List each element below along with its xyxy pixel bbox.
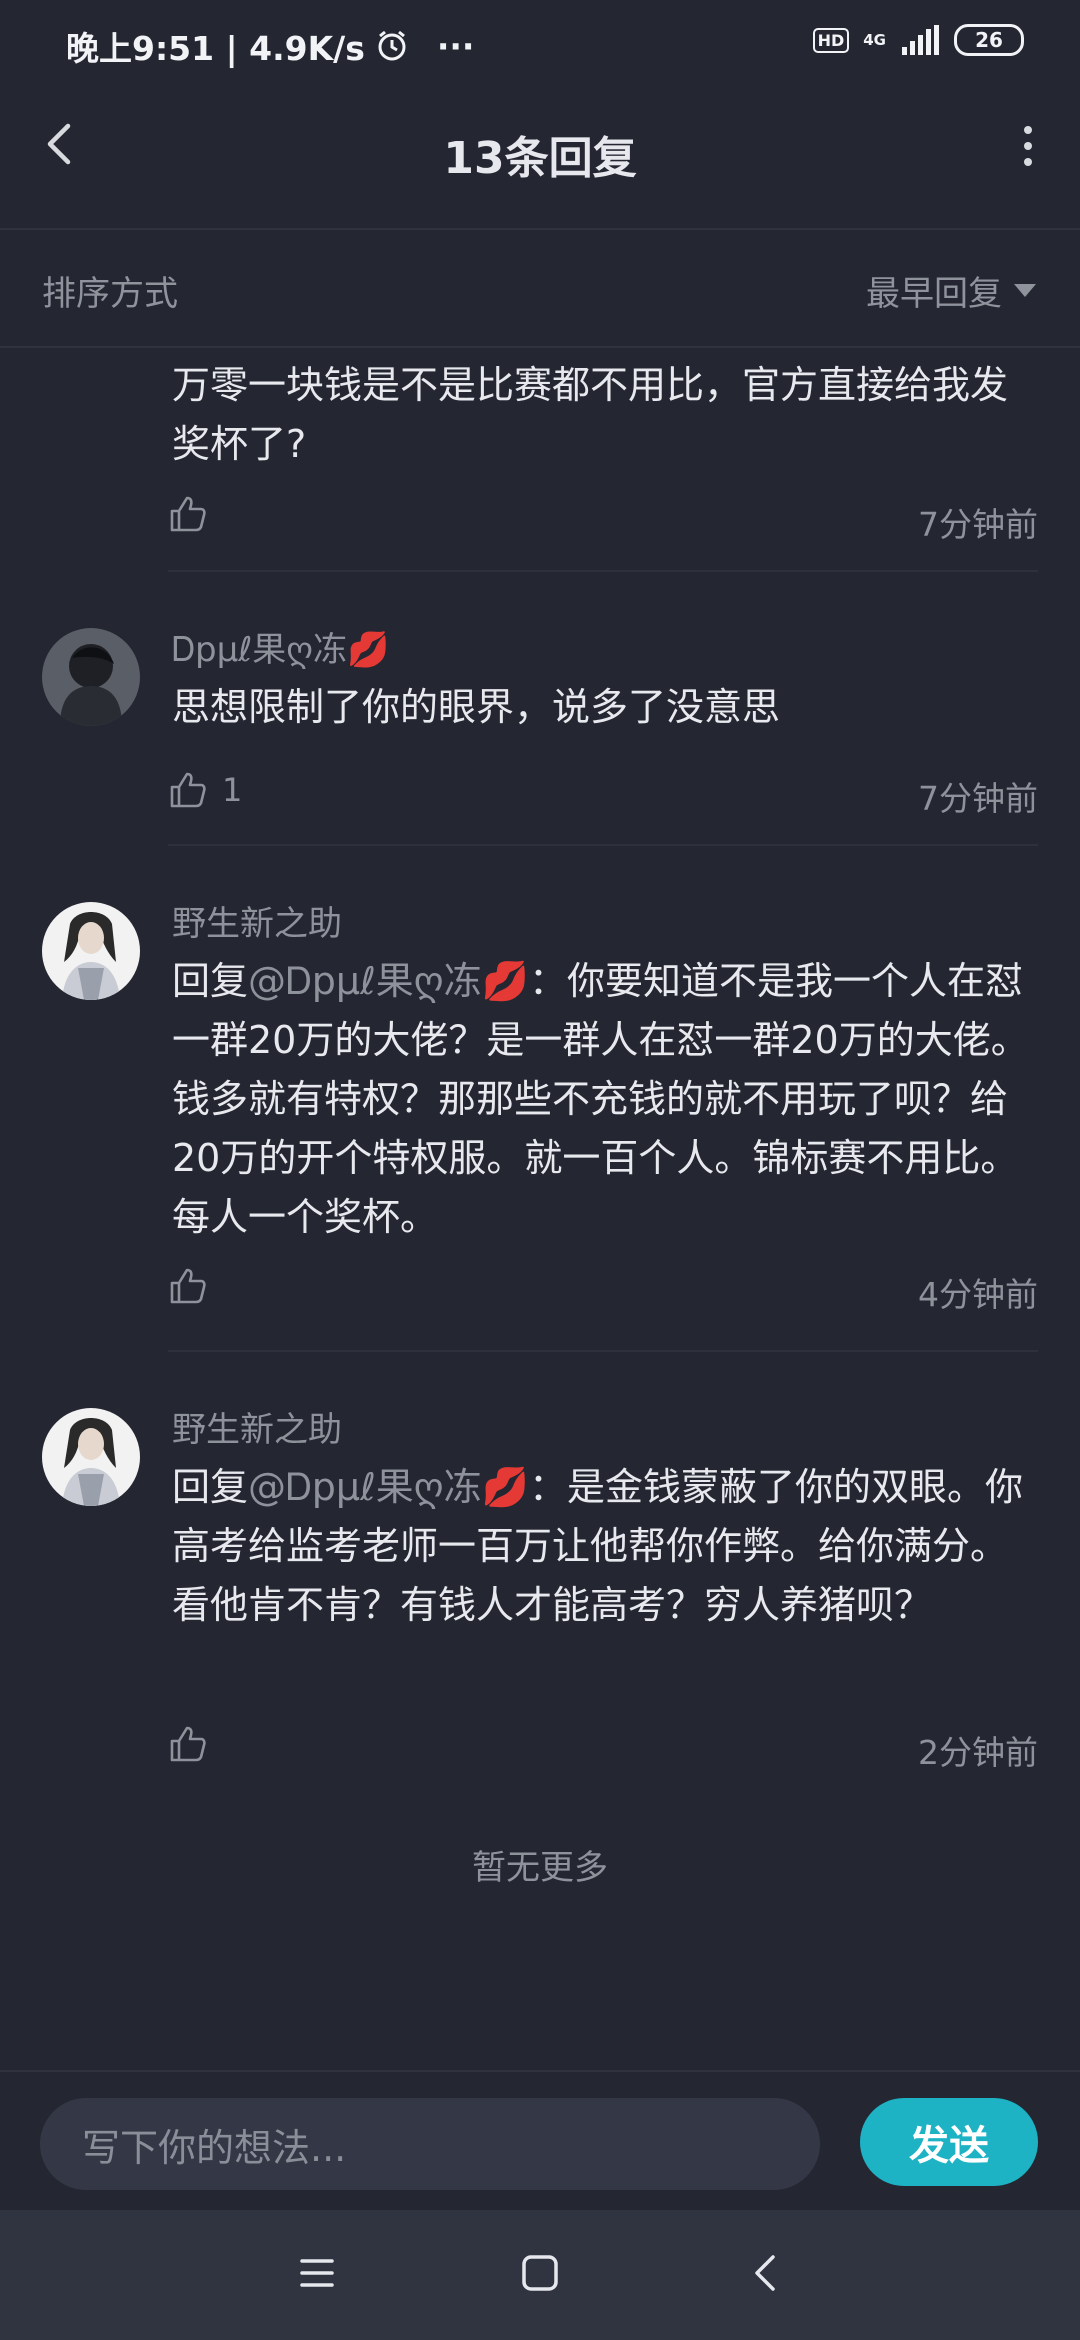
thumbs-up-icon	[170, 772, 206, 808]
like-count: 1	[222, 771, 243, 809]
mention-link[interactable]: @Ꭰpμℓ果ღ冻💋	[248, 959, 529, 1003]
sort-dropdown[interactable]: 最早回复	[866, 266, 1036, 315]
avatar[interactable]	[42, 1408, 140, 1506]
comment-composer: 写下你的想法... 发送	[0, 2070, 1080, 2210]
avatar-image	[42, 628, 140, 726]
avatar[interactable]	[42, 628, 140, 726]
comment-text: 思想限制了你的眼界，说多了没意思	[172, 685, 781, 729]
comment-text: 回复@Ꭰpμℓ果ღ冻💋：是金钱蒙蔽了你的双眼。你高考给监考老师一百万让他帮你作弊…	[172, 1458, 1032, 1635]
sort-value-text: 最早回复	[866, 274, 1002, 314]
no-more-text: 暂无更多	[472, 1848, 608, 1888]
comment-item: 野生新之助 回复@Ꭰpμℓ果ღ冻💋：你要知道不是我一个人在怼一群20万的大佬？是…	[0, 886, 1080, 1346]
comment-text: 回复@Ꭰpμℓ果ღ冻💋：你要知道不是我一个人在怼一群20万的大佬？是一群人在怼一…	[172, 952, 1032, 1247]
like-button[interactable]	[168, 1266, 222, 1306]
alarm-icon	[378, 30, 406, 61]
like-button[interactable]	[168, 1724, 222, 1764]
comment-divider	[168, 570, 1038, 572]
hd-badge: HD	[812, 27, 850, 53]
status-more-dots: ···	[436, 26, 475, 66]
status-indicators: HD 4G 26	[812, 24, 1024, 56]
comment-username[interactable]: Ꭰpμℓ果ღ冻💋	[172, 622, 389, 671]
avatar-image	[42, 902, 140, 1000]
comment-time: 7分钟前	[918, 505, 1038, 544]
menu-icon[interactable]	[294, 2250, 340, 2296]
comment-text: 万零一块钱是不是比赛都不用比，官方直接给我发奖杯了?	[172, 363, 1009, 466]
comment-time: 2分钟前	[918, 1733, 1038, 1772]
network-type: 4G	[863, 30, 886, 49]
system-nav-bar	[0, 2210, 1080, 2340]
comment-divider	[168, 1350, 1038, 1352]
dropdown-triangle-icon	[1014, 284, 1036, 297]
mention-link[interactable]: @Ꭰpμℓ果ღ冻💋	[248, 1465, 529, 1509]
sort-bar: 排序方式 最早回复	[0, 230, 1080, 348]
top-app-bar: 13条回复	[0, 90, 1080, 230]
status-time-text: 晚上9:51 | 4.9K/s	[66, 29, 365, 68]
thumbs-up-icon	[170, 496, 206, 532]
like-button[interactable]: 1	[168, 770, 242, 810]
battery-icon: 26	[954, 24, 1024, 56]
comment-divider	[168, 844, 1038, 846]
comment-time: 7分钟前	[918, 779, 1038, 818]
like-button[interactable]	[168, 494, 222, 534]
more-options-icon[interactable]	[1016, 122, 1040, 170]
thumbs-up-icon	[170, 1268, 206, 1304]
comment-input[interactable]: 写下你的想法...	[40, 2098, 820, 2190]
sort-label: 排序方式	[42, 274, 178, 314]
avatar[interactable]	[42, 902, 140, 1000]
comment-username[interactable]: 野生新之助	[172, 896, 342, 945]
comment-item: 万零一块钱是不是比赛都不用比，官方直接给我发奖杯了? 7分钟前	[0, 350, 1080, 570]
nav-back-icon[interactable]	[744, 2250, 790, 2296]
reply-prefix: 回复	[172, 959, 249, 1003]
avatar-image	[42, 1408, 140, 1506]
page-title: 13条回复	[443, 133, 637, 184]
reply-prefix: 回复	[172, 1465, 249, 1509]
status-bar: 晚上9:51 | 4.9K/s ··· HD 4G 26	[0, 0, 1080, 90]
signal-icon	[902, 25, 939, 55]
status-time-speed: 晚上9:51 | 4.9K/s ···	[66, 22, 474, 70]
home-square-icon[interactable]	[517, 2250, 563, 2296]
comment-item: 野生新之助 回复@Ꭰpμℓ果ღ冻💋：是金钱蒙蔽了你的双眼。你高考给监考老师一百万…	[0, 1392, 1080, 1792]
send-button[interactable]: 发送	[860, 2098, 1038, 2186]
comment-item: Ꭰpμℓ果ღ冻💋 思想限制了你的眼界，说多了没意思 1 7分钟前	[0, 612, 1080, 842]
comment-username[interactable]: 野生新之助	[172, 1402, 342, 1451]
thumbs-up-icon	[170, 1726, 206, 1762]
comment-time: 4分钟前	[918, 1275, 1038, 1314]
